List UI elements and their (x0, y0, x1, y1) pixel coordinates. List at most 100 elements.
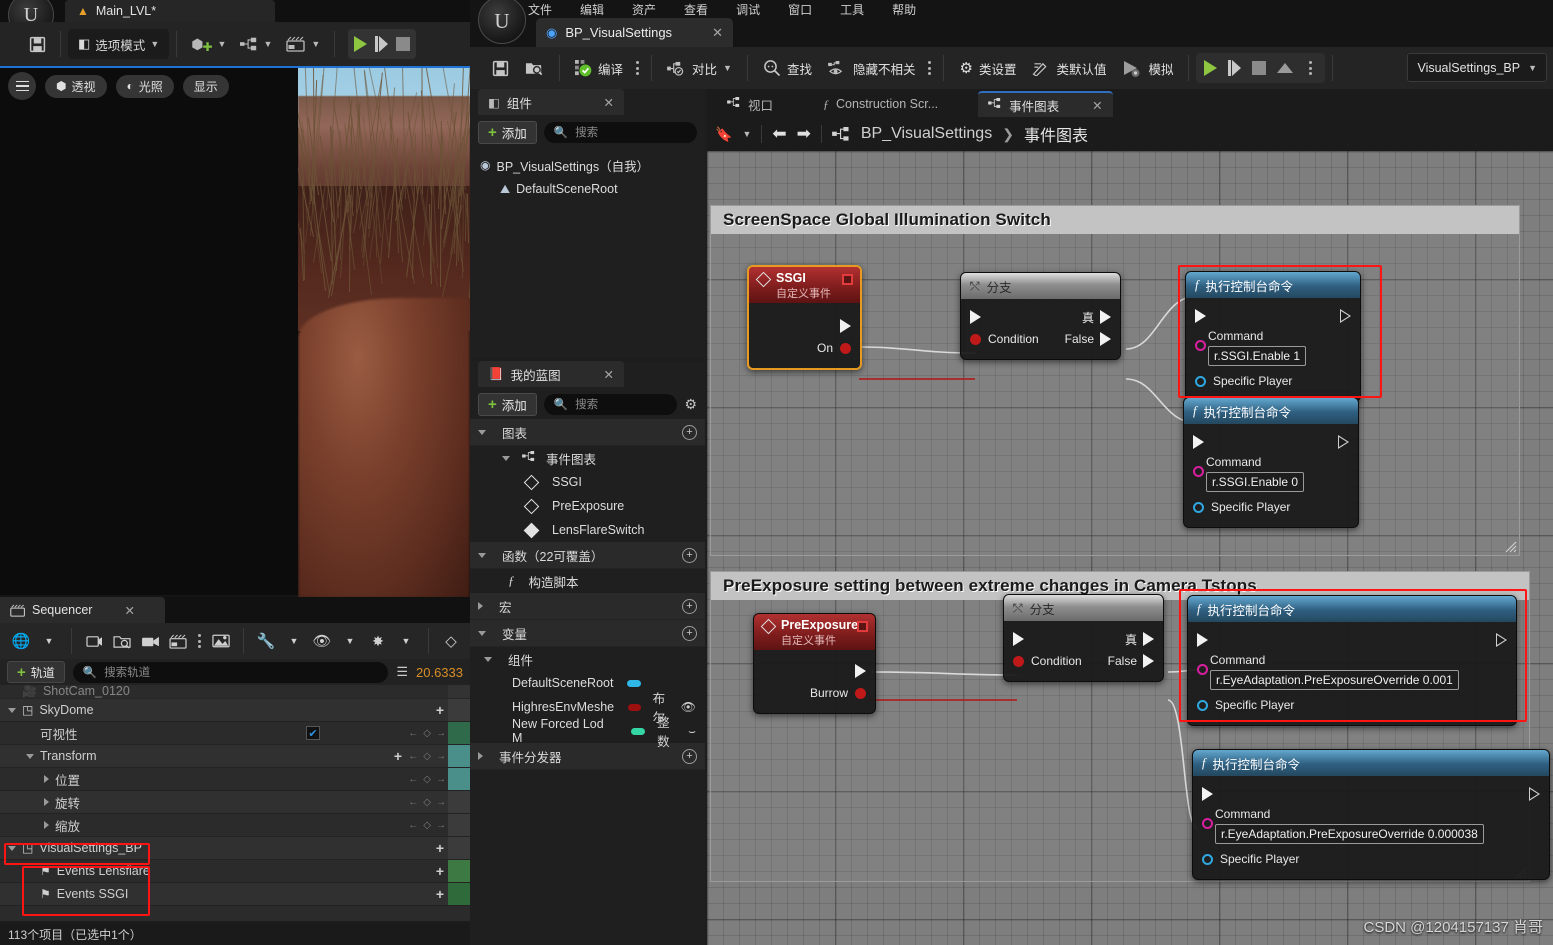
hide-unrelated-button[interactable]: 隐藏不相关 (820, 53, 924, 83)
world-icon[interactable]: 🌐 (8, 628, 34, 654)
search-track-input[interactable]: 🔍 搜索轨道 (73, 662, 389, 683)
keyframe-nav-controls[interactable]: ← ◇ → (408, 728, 446, 739)
kebab-icon[interactable] (193, 634, 206, 648)
cinematics-button[interactable]: ▼ (279, 29, 327, 59)
node-console-3[interactable]: f 执行控制台命令 Command r.EyeAdaptation.PreExp… (1187, 595, 1517, 726)
playback-icon[interactable]: ✸ (365, 628, 391, 654)
next-key-icon[interactable]: → (436, 751, 446, 762)
chevron-down-icon[interactable] (478, 430, 486, 435)
add-section-item-button[interactable]: + (682, 749, 697, 764)
my-blueprint-section[interactable]: 宏 + (470, 593, 705, 620)
add-key-icon[interactable]: ◇ (423, 751, 431, 762)
command-value-input-2[interactable]: r.SSGI.Enable 0 (1206, 472, 1304, 492)
menu-item-4[interactable]: 调试 (736, 1, 760, 18)
my-blueprint-item[interactable]: ƒ 构造脚本 (470, 569, 705, 593)
pin-exec-out-preexposure[interactable] (754, 660, 875, 682)
chevron-down-icon[interactable] (502, 456, 510, 461)
close-icon-bp-tab[interactable]: ✕ (712, 25, 723, 41)
play-icon[interactable] (354, 36, 367, 52)
sequencer-track-row[interactable]: 可视性 ✔ ← ◇ → (0, 722, 470, 745)
breadcrumb-leaf[interactable]: 事件图表 (1024, 122, 1088, 146)
pin-row-branch-1-exec[interactable]: 真 (961, 306, 1120, 328)
tab-my-blueprint[interactable]: 📕 我的蓝图 ✕ (478, 361, 624, 387)
command-value-input-1[interactable]: r.SSGI.Enable 1 (1208, 346, 1306, 366)
pin-exec-out-ssgi[interactable] (749, 315, 860, 337)
add-track-plus-button[interactable]: + (436, 702, 444, 718)
chevron-right-icon[interactable] (478, 602, 483, 610)
sequencer-track-row[interactable]: 旋转 ← ◇ → (0, 791, 470, 814)
keyframe-nav-controls[interactable]: ← ◇ → (408, 774, 446, 785)
close-icon-graph-tab[interactable]: ✕ (1092, 98, 1102, 113)
my-blueprint-tree[interactable]: 图表 + 事件图表 SSGI PreExposure LensFlareSwitch 函数（… (470, 419, 705, 770)
prev-key-icon[interactable]: ← (408, 774, 418, 785)
play-icon-bp[interactable] (1204, 60, 1217, 76)
pin-row-console-2-exec[interactable] (1184, 431, 1358, 453)
node-branch-2[interactable]: ⤲ 分支 真 Condition False (1003, 594, 1164, 682)
bp-browse-button[interactable] (517, 53, 552, 83)
graph-canvas[interactable]: ScreenSpace Global Illumination Switch S… (707, 151, 1553, 945)
pin-on-ssgi[interactable]: On (749, 337, 860, 359)
add-key-icon[interactable]: ◇ (423, 728, 431, 739)
stop-icon[interactable] (396, 37, 410, 51)
node-breakpoint-icon-ssgi[interactable] (842, 274, 853, 285)
menu-item-0[interactable]: 文件 (528, 1, 552, 18)
pin-row-console-2-player[interactable]: Specific Player (1184, 496, 1358, 518)
level-tab-main-lvl[interactable]: ▲ Main_LVL* (65, 0, 275, 22)
close-icon-components[interactable]: ✕ (604, 95, 614, 110)
pin-row-console-1-player[interactable]: Specific Player (1186, 370, 1360, 392)
add-key-icon[interactable]: ◇ (423, 774, 431, 785)
add-track-plus-button[interactable]: + (436, 886, 444, 902)
node-preexposure-event[interactable]: PreExposure 自定义事件 Burrow (753, 613, 876, 714)
menu-item-6[interactable]: 工具 (840, 1, 864, 18)
filter-icon[interactable]: ☰ (396, 664, 408, 680)
bp-save-button[interactable] (484, 53, 517, 83)
my-blueprint-item[interactable]: PreExposure (470, 494, 705, 518)
add-section-item-button[interactable]: + (682, 599, 697, 614)
component-tree-row[interactable]: ◉ BP_VisualSettings（自我） (470, 153, 705, 177)
find-button[interactable]: 查找 (755, 53, 820, 83)
step-icon-bp[interactable] (1228, 60, 1241, 76)
menu-item-1[interactable]: 编辑 (580, 1, 604, 18)
command-value-input-3[interactable]: r.EyeAdaptation.PreExposureOverride 0.00… (1210, 670, 1459, 690)
chevron-down-icon[interactable] (478, 553, 486, 558)
eject-icon[interactable] (1277, 63, 1293, 73)
chevron-down-icon-playback[interactable]: ▼ (393, 628, 419, 654)
lighting-button[interactable]: ◐ 光照 (116, 75, 174, 98)
pin-row-console-3-player[interactable]: Specific Player (1188, 694, 1516, 716)
next-key-icon[interactable]: → (436, 820, 446, 831)
pin-row-console-3-command[interactable]: Command (1188, 651, 1516, 669)
menu-item-5[interactable]: 窗口 (788, 1, 812, 18)
menu-item-7[interactable]: 帮助 (892, 1, 916, 18)
graph-tab-2[interactable]: 事件图表 ✕ (978, 91, 1113, 117)
node-ssgi-event[interactable]: SSGI 自定义事件 On (747, 265, 862, 370)
chevron-down-icon-bookmark[interactable]: ▼ (742, 129, 751, 139)
prev-key-icon[interactable]: ← (408, 797, 418, 808)
chevron-down-icon[interactable] (26, 754, 34, 759)
sequencer-track-row[interactable]: ⚑ Events SSGI + (0, 883, 470, 906)
add-section-item-button[interactable]: + (682, 626, 697, 641)
add-track-plus-button[interactable]: + (436, 840, 444, 856)
add-section-item-button[interactable]: + (682, 548, 697, 563)
prev-key-icon[interactable]: ← (408, 820, 418, 831)
arrow-left-icon[interactable]: ⬅ (772, 124, 786, 144)
save-button[interactable] (22, 29, 53, 59)
my-blueprint-section[interactable]: 变量 + (470, 620, 705, 647)
node-breakpoint-icon-preexposure[interactable] (857, 621, 868, 632)
my-blueprint-item[interactable]: 事件图表 (470, 446, 705, 470)
sequencer-track-list[interactable]: 🎥 ShotCam_0120 ◳ SkyDome + 可视性 ✔ ← ◇ → Transform ← ◇… (0, 685, 470, 921)
wrench-icon[interactable]: 🔧 (253, 628, 279, 654)
add-key-icon[interactable]: ◇ (423, 797, 431, 808)
chevron-down-icon-wrench[interactable]: ▼ (281, 628, 307, 654)
my-blueprint-item[interactable]: SSGI (470, 470, 705, 494)
tab-bp-visualsettings[interactable]: ◉ BP_VisualSettings ✕ (536, 18, 733, 47)
perspective-button[interactable]: ⬢ 透视 (45, 75, 107, 98)
compile-button[interactable]: 编译 (567, 53, 631, 83)
add-section-item-button[interactable]: + (682, 425, 697, 440)
clapperboard-icon-2[interactable] (165, 628, 191, 654)
sequencer-track-row[interactable]: 缩放 ← ◇ → (0, 814, 470, 837)
graph-tab-1[interactable]: ƒ Construction Scr... (813, 91, 948, 117)
pin-row-console-1-exec[interactable] (1186, 305, 1360, 327)
keyframe-nav-controls[interactable]: ← ◇ → (408, 751, 446, 762)
chevron-down-icon[interactable] (8, 846, 16, 851)
keyframe-icon[interactable]: ◇ (438, 628, 464, 654)
